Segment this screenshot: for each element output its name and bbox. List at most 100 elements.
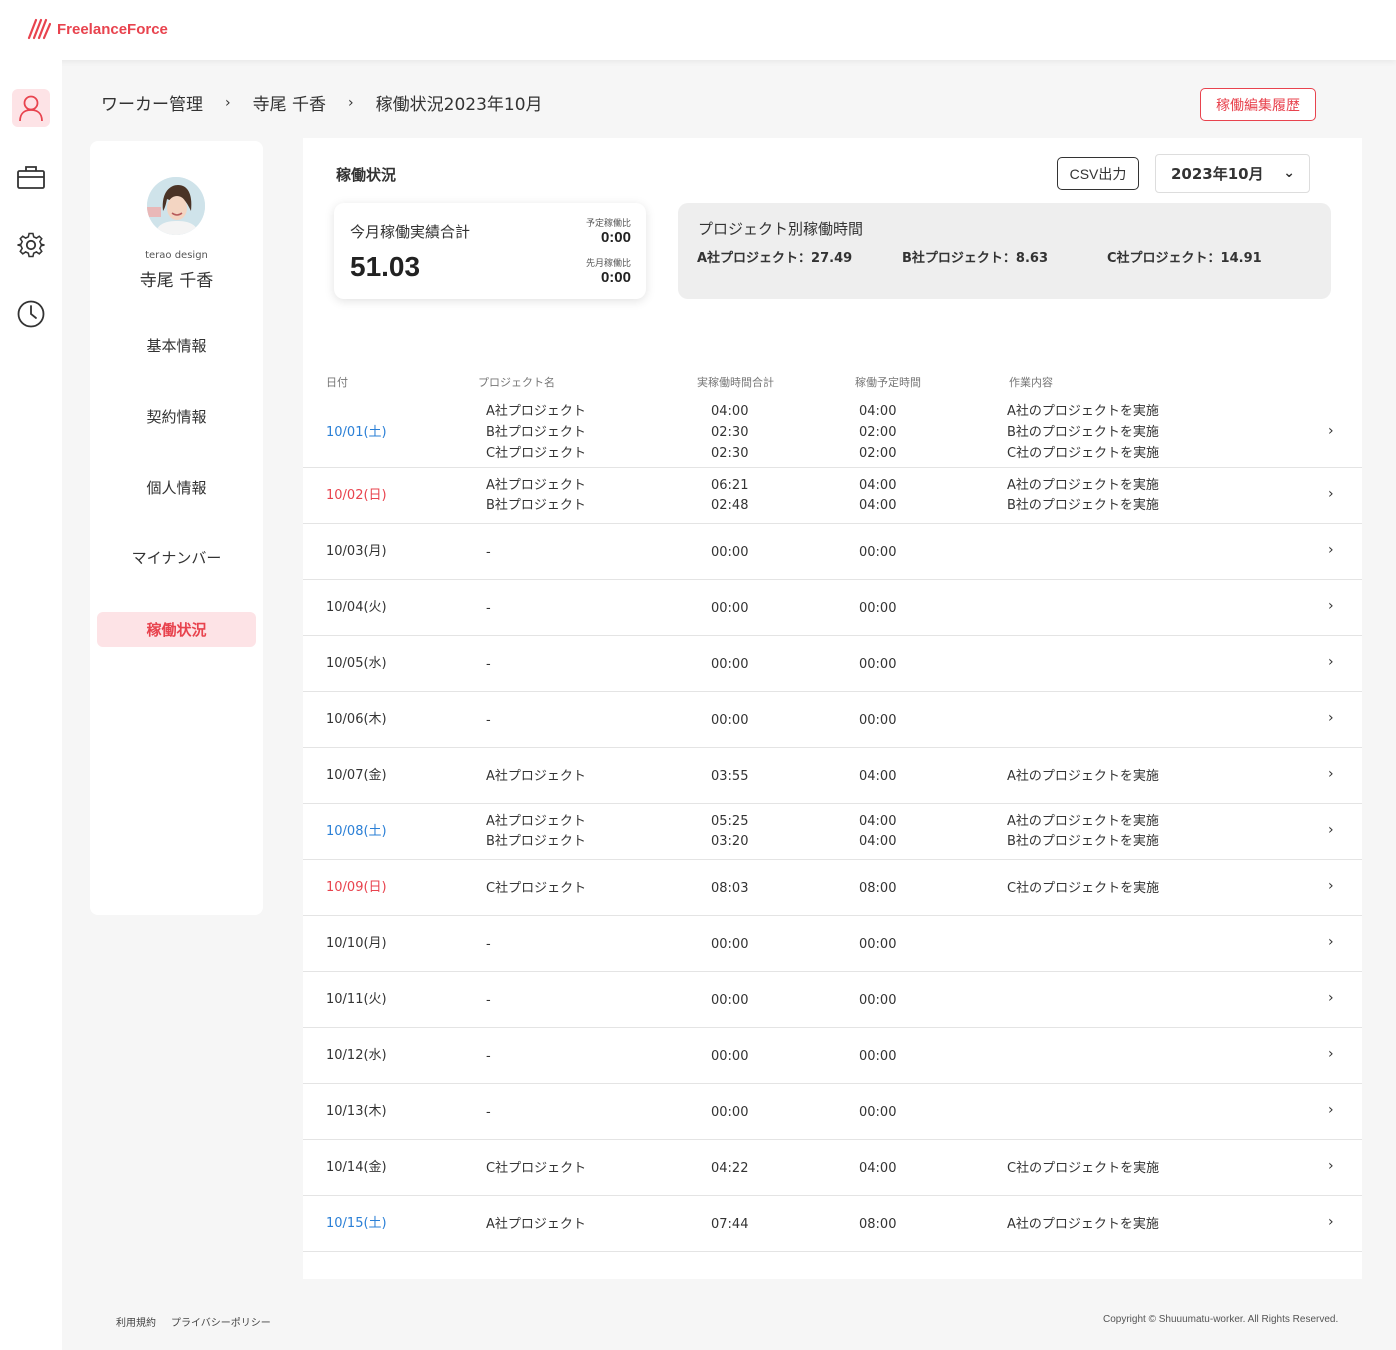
table-row[interactable]: 10/03(月) - 00:00 00:00 ›	[303, 524, 1362, 580]
table-row[interactable]: 10/05(水) - 00:00 00:00 ›	[303, 636, 1362, 692]
chevron-right-icon[interactable]: ›	[1328, 1046, 1334, 1062]
chevron-right-icon[interactable]: ›	[1328, 1102, 1334, 1118]
chevron-right-icon[interactable]: ›	[1328, 934, 1334, 950]
row-actual-hours: 02:30	[711, 446, 749, 461]
chevron-right-icon[interactable]: ›	[1328, 990, 1334, 1006]
table-row[interactable]: 10/12(水) - 00:00 00:00 ›	[303, 1028, 1362, 1084]
row-actual-hours: 00:00	[711, 656, 749, 672]
section-title: 稼働状況	[336, 166, 397, 184]
chevron-right-icon[interactable]: ›	[1328, 486, 1334, 502]
row-task: A社のプロジェクトを実施	[1007, 404, 1159, 419]
row-plan-hours: 00:00	[859, 600, 897, 616]
chevron-down-icon: ⌄	[1283, 165, 1295, 181]
table-row[interactable]: 10/08(土) A社プロジェクト 05:25 04:00 A社のプロジェクトを実施 B社…	[303, 804, 1362, 860]
menu-personal-info[interactable]: 個人情報	[97, 470, 256, 505]
row-date: 10/01(土)	[326, 424, 387, 440]
row-plan-hours: 04:00	[859, 478, 897, 493]
row-actual-hours: 03:55	[711, 768, 749, 784]
table-row[interactable]: 10/13(木) - 00:00 00:00 ›	[303, 1084, 1362, 1140]
prev-ratio-label: 先月稼働比	[585, 259, 631, 269]
row-date: 10/14(金)	[326, 1160, 387, 1175]
project-hours-b: B社プロジェクト：8.63	[902, 251, 1048, 266]
chevron-right-icon[interactable]: ›	[1328, 598, 1334, 614]
table-row[interactable]: 10/04(火) - 00:00 00:00 ›	[303, 580, 1362, 636]
row-project: -	[486, 544, 491, 560]
row-project: A社プロジェクト	[486, 768, 586, 784]
table-row[interactable]: 10/14(金) C社プロジェクト 04:22 04:00 C社のプロジェクトを実施 ›	[303, 1140, 1362, 1196]
table-row[interactable]: 10/10(月) - 00:00 00:00 ›	[303, 916, 1362, 972]
row-project: -	[486, 936, 491, 952]
project-hours-c: C社プロジェクト：14.91	[1107, 251, 1262, 266]
row-plan-hours: 08:00	[859, 1216, 897, 1232]
row-actual-hours: 00:00	[711, 600, 749, 616]
row-project: C社プロジェクト	[486, 1160, 587, 1176]
row-plan-hours: 08:00	[859, 880, 897, 896]
row-date: 10/06(木)	[326, 712, 387, 727]
breadcrumb: ワーカー管理 › 寺尾 千香 › 稼働状況2023年10月	[101, 90, 543, 116]
project-hours-box: プロジェクト別稼働時間 A社プロジェクト：27.49 B社プロジェクト：8.63…	[678, 203, 1331, 299]
breadcrumb-workers[interactable]: ワーカー管理	[101, 90, 203, 115]
chevron-right-icon[interactable]: ›	[1328, 878, 1334, 894]
chevron-right-icon[interactable]: ›	[1328, 654, 1334, 670]
user-icon	[19, 95, 43, 122]
table-row[interactable]: 10/15(土) A社プロジェクト 07:44 08:00 A社のプロジェクトを実施 ›	[303, 1196, 1362, 1252]
row-actual-hours: 05:25	[711, 814, 749, 829]
row-actual-hours: 03:20	[711, 834, 749, 849]
row-date: 10/15(土)	[326, 1216, 387, 1231]
breadcrumb-worker-name[interactable]: 寺尾 千香	[253, 90, 326, 115]
table-row[interactable]: 10/01(土) A社プロジェクト 04:00 04:00 A社のプロジェクトを実施 B社…	[303, 397, 1362, 468]
row-date: 10/05(水)	[326, 656, 387, 671]
row-date: 10/11(火)	[326, 992, 387, 1007]
row-actual-hours: 07:44	[711, 1216, 749, 1232]
chevron-right-icon[interactable]: ›	[1328, 710, 1334, 726]
row-project: -	[486, 992, 491, 1008]
month-select[interactable]: 2023年10月 ⌄	[1155, 154, 1310, 193]
chevron-right-icon[interactable]: ›	[1328, 1158, 1334, 1174]
chevron-right-icon[interactable]: ›	[1328, 822, 1334, 838]
monthly-total-card: 今月稼働実績合計 51.03 予定稼働比 0:00 先月稼働比 0:00	[334, 203, 646, 299]
row-project: C社プロジェクト	[486, 446, 587, 461]
row-date: 10/04(火)	[326, 600, 387, 615]
table-row[interactable]: 10/06(木) - 00:00 00:00 ›	[303, 692, 1362, 748]
rail-jobs-button[interactable]	[12, 158, 50, 196]
menu-contract-info[interactable]: 契約情報	[97, 399, 256, 434]
row-actual-hours: 02:30	[711, 425, 749, 440]
row-date: 10/13(木)	[326, 1104, 387, 1119]
csv-export-button[interactable]: CSV出力	[1057, 157, 1139, 190]
row-project: A社プロジェクト	[486, 814, 586, 829]
menu-basic-info[interactable]: 基本情報	[97, 328, 256, 363]
menu-my-number[interactable]: マイナンバー	[97, 540, 256, 575]
row-plan-hours: 00:00	[859, 1104, 897, 1120]
row-project: A社プロジェクト	[486, 1216, 586, 1232]
row-plan-hours: 04:00	[859, 814, 897, 829]
edit-history-button[interactable]: 稼働編集履歴	[1200, 88, 1316, 121]
chevron-right-icon: ›	[348, 94, 354, 111]
chevron-right-icon[interactable]: ›	[1328, 766, 1334, 782]
table-row[interactable]: 10/11(火) - 00:00 00:00 ›	[303, 972, 1362, 1028]
column-header-task: 作業内容	[1009, 376, 1053, 389]
chevron-right-icon[interactable]: ›	[1328, 423, 1334, 439]
row-actual-hours: 02:48	[711, 498, 749, 513]
logo[interactable]: FreelanceForce	[27, 18, 168, 40]
table-row[interactable]: 10/09(日) C社プロジェクト 08:03 08:00 C社のプロジェクトを実施 ›	[303, 860, 1362, 916]
row-actual-hours: 00:00	[711, 936, 749, 952]
chevron-right-icon[interactable]: ›	[1328, 1214, 1334, 1230]
rail-settings-button[interactable]	[12, 226, 50, 264]
row-actual-hours: 06:21	[711, 478, 749, 493]
row-project: A社プロジェクト	[486, 404, 586, 419]
terms-link[interactable]: 利用規約	[116, 1314, 156, 1329]
privacy-link[interactable]: プライバシーポリシー	[171, 1314, 271, 1329]
column-header-plan: 稼働予定時間	[855, 376, 921, 389]
rail-history-button[interactable]	[12, 295, 50, 333]
row-plan-hours: 02:00	[859, 425, 897, 440]
row-task: A社のプロジェクトを実施	[1007, 478, 1159, 493]
menu-work-status[interactable]: 稼働状況	[97, 612, 256, 647]
table-row[interactable]: 10/07(金) A社プロジェクト 03:55 04:00 A社のプロジェクトを実施 ›	[303, 748, 1362, 804]
row-task: B社のプロジェクトを実施	[1007, 425, 1159, 440]
table-row[interactable]: 10/02(日) A社プロジェクト 06:21 04:00 A社のプロジェクトを実施 B社…	[303, 468, 1362, 524]
row-plan-hours: 04:00	[859, 1160, 897, 1176]
row-task: A社のプロジェクトを実施	[1007, 814, 1159, 829]
rail-workers-button[interactable]	[12, 89, 50, 127]
column-header-date: 日付	[326, 376, 348, 389]
chevron-right-icon[interactable]: ›	[1328, 542, 1334, 558]
